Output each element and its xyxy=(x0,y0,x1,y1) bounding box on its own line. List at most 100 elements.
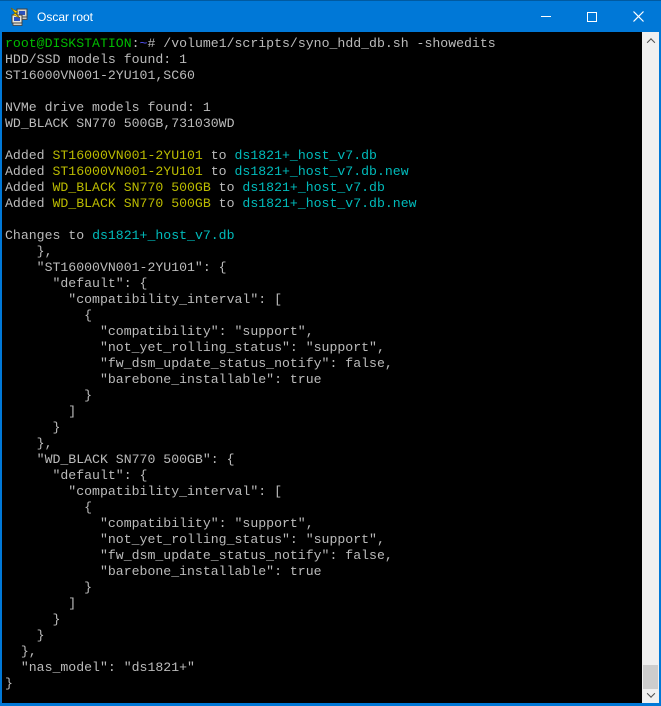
terminal-text-segment: NVMe drive models found: 1 xyxy=(5,100,211,115)
vertical-scrollbar[interactable] xyxy=(642,32,659,703)
terminal-line: WD_BLACK SN770 500GB,731030WD xyxy=(5,116,642,132)
terminal-text-segment: "WD_BLACK SN770 500GB": { xyxy=(5,452,235,467)
terminal-line xyxy=(5,212,642,228)
terminal-text-segment: } xyxy=(5,388,92,403)
terminal-line: ST16000VN001-2YU101,SC60 xyxy=(5,68,642,84)
terminal-text-segment: WD_BLACK SN770 500GB,731030WD xyxy=(5,116,235,131)
terminal-text-segment: ds1821+_host_v7.db xyxy=(92,228,234,243)
terminal-text-segment: }, xyxy=(5,436,52,451)
terminal-text-segment: ST16000VN001-2YU101,SC60 xyxy=(5,68,195,83)
close-icon xyxy=(633,11,644,22)
terminal-text-segment: "default": { xyxy=(5,468,147,483)
terminal-line: "fw_dsm_update_status_notify": false, xyxy=(5,356,642,372)
terminal-line: }, xyxy=(5,644,642,660)
terminal-line: Added WD_BLACK SN770 500GB to ds1821+_ho… xyxy=(5,180,642,196)
terminal-line xyxy=(5,84,642,100)
terminal-line: } xyxy=(5,580,642,596)
terminal-text-segment: } xyxy=(5,420,60,435)
terminal-text-segment: ST16000VN001-2YU101 xyxy=(52,164,202,179)
terminal-text-segment: WD_BLACK SN770 500GB xyxy=(52,196,210,211)
scroll-up-button[interactable] xyxy=(642,32,659,49)
window-title: Oscar root xyxy=(37,10,523,24)
terminal-line: "compatibility_interval": [ xyxy=(5,484,642,500)
chevron-down-icon xyxy=(646,689,654,697)
terminal-text-segment: Added xyxy=(5,164,52,179)
terminal-line: "not_yet_rolling_status": "support", xyxy=(5,340,642,356)
title-bar[interactable]: Oscar root xyxy=(0,1,661,32)
terminal-text-segment: } xyxy=(5,612,60,627)
terminal-text-segment: Added xyxy=(5,148,52,163)
terminal-text-segment: "compatibility_interval": [ xyxy=(5,484,282,499)
terminal-text-segment: "barebone_installable": true xyxy=(5,372,322,387)
terminal-line: "barebone_installable": true xyxy=(5,564,642,580)
terminal-text-segment: "compatibility": "support", xyxy=(5,324,314,339)
maximize-button[interactable] xyxy=(569,1,615,32)
terminal-line: "default": { xyxy=(5,276,642,292)
scroll-down-button[interactable] xyxy=(642,686,659,703)
terminal-text-segment: HDD/SSD models found: 1 xyxy=(5,52,187,67)
caption-buttons xyxy=(523,1,661,32)
terminal-text-segment: Added xyxy=(5,196,52,211)
terminal-text-segment: }, xyxy=(5,644,37,659)
terminal-line: "default": { xyxy=(5,468,642,484)
terminal-line: "ST16000VN001-2YU101": { xyxy=(5,260,642,276)
terminal-line: "nas_model": "ds1821+" xyxy=(5,660,642,676)
terminal-line: HDD/SSD models found: 1 xyxy=(5,52,642,68)
terminal-line: } xyxy=(5,420,642,436)
maximize-icon xyxy=(587,12,597,22)
terminal-text-segment: ds1821+_host_v7.db xyxy=(242,180,384,195)
terminal-text-segment: ] xyxy=(5,596,76,611)
terminal-line: Added WD_BLACK SN770 500GB to ds1821+_ho… xyxy=(5,196,642,212)
terminal-line: } xyxy=(5,628,642,644)
terminal-text-segment: "default": { xyxy=(5,276,147,291)
close-button[interactable] xyxy=(615,1,661,32)
minimize-icon xyxy=(541,16,551,17)
terminal-text-segment: { xyxy=(5,308,92,323)
terminal-text-segment: { xyxy=(5,500,92,515)
terminal-output[interactable]: root@DISKSTATION:~# /volume1/scripts/syn… xyxy=(2,32,642,703)
terminal-text-segment: : xyxy=(132,36,140,51)
terminal-text-segment: } xyxy=(5,628,45,643)
terminal-text-segment: "not_yet_rolling_status": "support", xyxy=(5,532,385,547)
minimize-button[interactable] xyxy=(523,1,569,32)
terminal-text-segment: ds1821+_host_v7.db xyxy=(235,148,377,163)
terminal-line: NVMe drive models found: 1 xyxy=(5,100,642,116)
terminal-text-segment: ] xyxy=(5,404,76,419)
terminal-line: ] xyxy=(5,404,642,420)
terminal-line: } xyxy=(5,676,642,692)
terminal-text-segment: ds1821+_host_v7.db.new xyxy=(235,164,409,179)
putty-window: Oscar root root@DISKSTATION:~# /volume1/… xyxy=(0,0,661,706)
terminal-text-segment: "not_yet_rolling_status": "support", xyxy=(5,340,385,355)
terminal-line: "compatibility": "support", xyxy=(5,516,642,532)
terminal-line: "barebone_installable": true xyxy=(5,372,642,388)
terminal-line: }, xyxy=(5,436,642,452)
terminal-text-segment: to xyxy=(211,196,243,211)
terminal-text-segment: "nas_model": "ds1821+" xyxy=(5,660,195,675)
chevron-up-icon xyxy=(646,38,654,46)
terminal-text-segment: to xyxy=(203,148,235,163)
terminal-line: } xyxy=(5,612,642,628)
terminal-text-segment: "ST16000VN001-2YU101": { xyxy=(5,260,227,275)
terminal-text-segment: ST16000VN001-2YU101 xyxy=(52,148,202,163)
terminal-line: Changes to ds1821+_host_v7.db xyxy=(5,228,642,244)
terminal-text-segment: "fw_dsm_update_status_notify": false, xyxy=(5,356,393,371)
terminal-text-segment: }, xyxy=(5,244,52,259)
terminal-line: ] xyxy=(5,596,642,612)
terminal-line: } xyxy=(5,388,642,404)
terminal-line: Added ST16000VN001-2YU101 to ds1821+_hos… xyxy=(5,164,642,180)
terminal-text-segment: WD_BLACK SN770 500GB xyxy=(52,180,210,195)
terminal-text-segment: "barebone_installable": true xyxy=(5,564,322,579)
window-content: root@DISKSTATION:~# /volume1/scripts/syn… xyxy=(0,32,661,706)
terminal-text-segment: "compatibility_interval": [ xyxy=(5,292,282,307)
terminal-text-segment: } xyxy=(5,580,92,595)
terminal-line: "WD_BLACK SN770 500GB": { xyxy=(5,452,642,468)
terminal-line: "not_yet_rolling_status": "support", xyxy=(5,532,642,548)
putty-terminal-icon[interactable] xyxy=(9,7,29,27)
terminal-line: "compatibility": "support", xyxy=(5,324,642,340)
terminal-line: "compatibility_interval": [ xyxy=(5,292,642,308)
terminal-text-segment: root@DISKSTATION xyxy=(5,36,132,51)
terminal-text-segment: "compatibility": "support", xyxy=(5,516,314,531)
terminal-line: root@DISKSTATION:~# /volume1/scripts/syn… xyxy=(5,36,642,52)
terminal-text-segment: } xyxy=(5,676,13,691)
terminal-text-segment: to xyxy=(211,180,243,195)
